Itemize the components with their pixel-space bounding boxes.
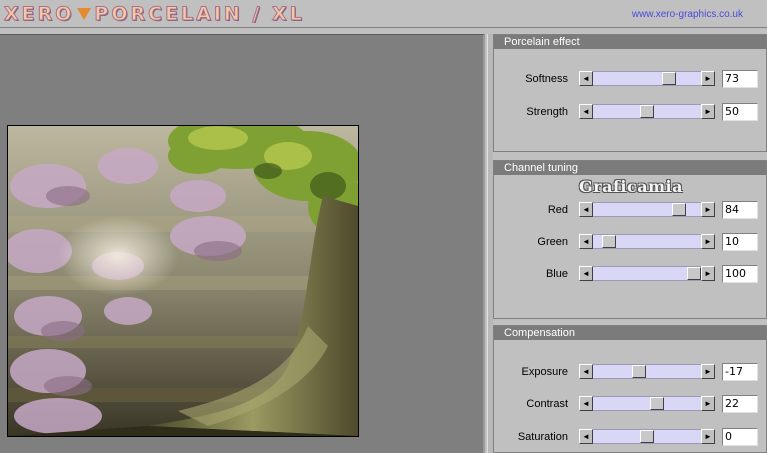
- green-label: Green: [537, 236, 568, 248]
- slider-thumb[interactable]: [661, 72, 676, 85]
- panel-title-porcelain: Porcelain effect: [494, 35, 766, 49]
- website-link[interactable]: www.xero-graphics.co.uk: [632, 9, 743, 20]
- contrast-value-input[interactable]: 22: [722, 395, 758, 413]
- panel-title-channel: Channel tuning: [494, 161, 766, 175]
- green-row: Green ◄ ► 10: [494, 233, 767, 251]
- porcelain-effect-panel: Porcelain effect Softness ◄ ► 73 Strengt…: [493, 34, 767, 152]
- compensation-panel: Compensation Exposure ◄ ► -17 Contrast ◄…: [493, 325, 767, 453]
- red-label: Red: [547, 204, 568, 216]
- right-arrow-icon[interactable]: ►: [701, 202, 715, 217]
- title-bar: XERO PORCELAIN / XL www.xero-graphics.co…: [0, 0, 767, 28]
- left-arrow-icon[interactable]: ◄: [579, 396, 593, 411]
- blue-label: Blue: [545, 268, 568, 280]
- blue-slider[interactable]: ◄ ►: [579, 266, 715, 281]
- strength-row: Strength ◄ ► 50: [494, 103, 767, 121]
- logo-text-porcelain: PORCELAIN / XL: [94, 3, 305, 26]
- softness-value-input[interactable]: 73: [722, 70, 758, 88]
- preview-image[interactable]: [7, 125, 359, 437]
- left-arrow-icon[interactable]: ◄: [579, 104, 593, 119]
- strength-slider[interactable]: ◄ ►: [579, 104, 715, 119]
- right-arrow-icon[interactable]: ►: [701, 266, 715, 281]
- logo-text-xero: XERO: [3, 3, 75, 26]
- left-arrow-icon[interactable]: ◄: [579, 202, 593, 217]
- right-arrow-icon[interactable]: ►: [701, 234, 715, 249]
- contrast-slider[interactable]: ◄ ►: [579, 396, 715, 411]
- slider-thumb[interactable]: [671, 203, 686, 216]
- right-arrow-icon[interactable]: ►: [701, 429, 715, 444]
- blue-value-input[interactable]: 100: [722, 265, 758, 283]
- strength-label: Strength: [526, 106, 568, 118]
- red-value-input[interactable]: 84: [722, 201, 758, 219]
- red-slider[interactable]: ◄ ►: [579, 202, 715, 217]
- left-arrow-icon[interactable]: ◄: [579, 71, 593, 86]
- slider-track[interactable]: [593, 104, 701, 119]
- softness-row: Softness ◄ ► 73: [494, 70, 767, 88]
- slider-thumb[interactable]: [650, 397, 665, 410]
- exposure-value-input[interactable]: -17: [722, 363, 758, 381]
- slider-track[interactable]: [593, 202, 701, 217]
- softness-slider[interactable]: ◄ ►: [579, 71, 715, 86]
- exposure-label: Exposure: [521, 366, 568, 378]
- slider-thumb[interactable]: [687, 267, 701, 280]
- logo-triangle-icon: [77, 8, 92, 20]
- slider-track[interactable]: [593, 234, 701, 249]
- left-arrow-icon[interactable]: ◄: [579, 266, 593, 281]
- panel-title-compensation: Compensation: [494, 326, 766, 340]
- slider-thumb[interactable]: [602, 235, 617, 248]
- product-logo: XERO PORCELAIN / XL: [3, 2, 305, 26]
- exposure-row: Exposure ◄ ► -17: [494, 363, 767, 381]
- contrast-label: Contrast: [526, 398, 568, 410]
- left-arrow-icon[interactable]: ◄: [579, 429, 593, 444]
- softness-label: Softness: [525, 73, 568, 85]
- saturation-label: Saturation: [517, 431, 568, 443]
- porcelain-filter-window: XERO PORCELAIN / XL www.xero-graphics.co…: [0, 0, 767, 453]
- slider-thumb[interactable]: [640, 105, 654, 118]
- slider-thumb[interactable]: [632, 365, 646, 378]
- left-arrow-icon[interactable]: ◄: [579, 364, 593, 379]
- green-value-input[interactable]: 10: [722, 233, 758, 251]
- channel-tuning-panel: Channel tuning Graficamia Red ◄ ► 84 Gre…: [493, 160, 767, 319]
- blue-row: Blue ◄ ► 100: [494, 265, 767, 283]
- preview-pane: [0, 34, 485, 453]
- slider-track[interactable]: [593, 364, 701, 379]
- saturation-row: Saturation ◄ ► 0: [494, 428, 767, 446]
- green-slider[interactable]: ◄ ►: [579, 234, 715, 249]
- right-arrow-icon[interactable]: ►: [701, 71, 715, 86]
- right-arrow-icon[interactable]: ►: [701, 104, 715, 119]
- contrast-row: Contrast ◄ ► 22: [494, 395, 767, 413]
- slider-track[interactable]: [593, 396, 701, 411]
- saturation-slider[interactable]: ◄ ►: [579, 429, 715, 444]
- graficamia-watermark: Graficamia: [579, 177, 683, 196]
- right-arrow-icon[interactable]: ►: [701, 396, 715, 411]
- right-arrow-icon[interactable]: ►: [701, 364, 715, 379]
- slider-track[interactable]: [593, 429, 701, 444]
- strength-value-input[interactable]: 50: [722, 103, 758, 121]
- left-arrow-icon[interactable]: ◄: [579, 234, 593, 249]
- saturation-value-input[interactable]: 0: [722, 428, 758, 446]
- exposure-slider[interactable]: ◄ ►: [579, 364, 715, 379]
- slider-thumb[interactable]: [640, 430, 654, 443]
- red-row: Red ◄ ► 84: [494, 201, 767, 219]
- slider-track[interactable]: [593, 71, 701, 86]
- slider-track[interactable]: [593, 266, 701, 281]
